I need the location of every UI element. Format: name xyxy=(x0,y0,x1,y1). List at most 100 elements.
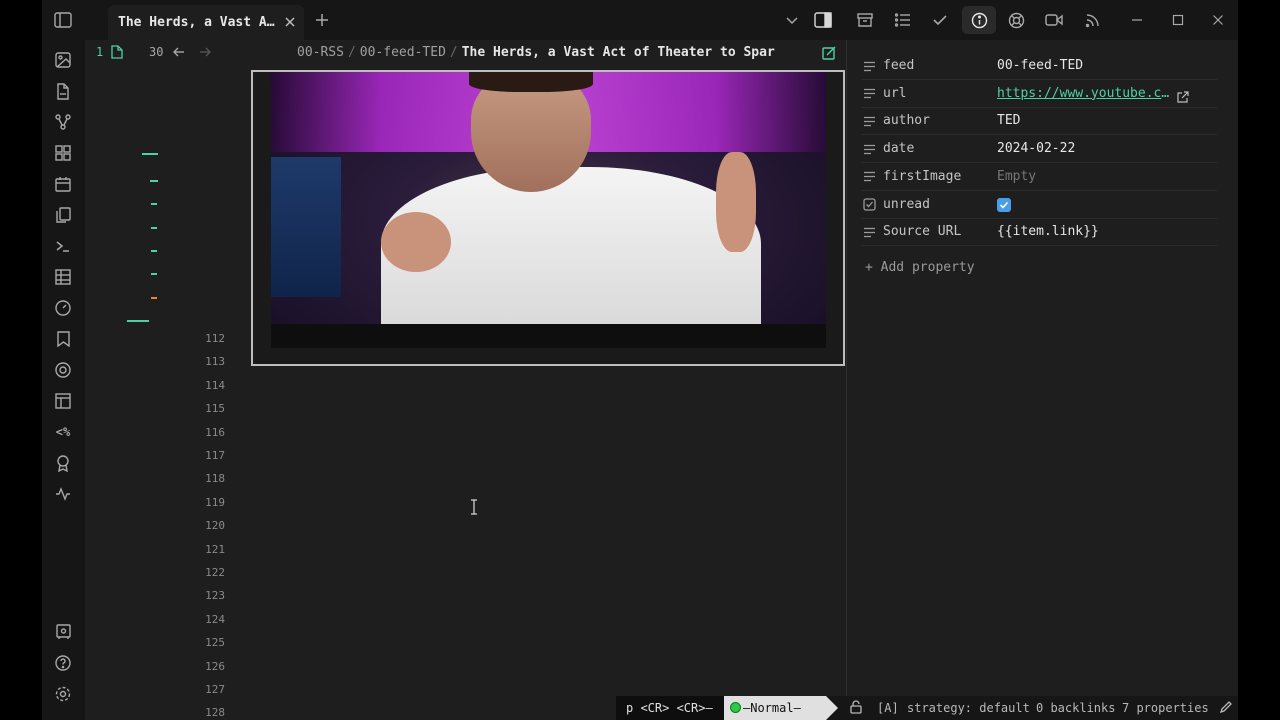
lifebuoy-icon[interactable] xyxy=(1005,9,1027,31)
new-tab-icon[interactable] xyxy=(311,9,333,31)
vim-mode-indicator: –Normal– xyxy=(724,696,838,720)
properties-panel: feed 00-feed-TED url https://www.youtube.co… xyxy=(846,40,1238,696)
activity-icon[interactable] xyxy=(52,483,74,505)
edit-mode-icon[interactable] xyxy=(822,46,836,63)
line-number: 114 xyxy=(205,378,225,392)
copy-icon[interactable] xyxy=(52,204,74,226)
left-ribbon: <% xyxy=(42,40,85,720)
gutter-marker xyxy=(151,227,157,229)
property-row[interactable]: unread xyxy=(861,191,1217,219)
property-key[interactable]: Source URL xyxy=(883,224,961,239)
breadcrumb-subfolder[interactable]: 00-feed-TED xyxy=(360,45,446,60)
award-icon[interactable] xyxy=(52,452,74,474)
property-key[interactable]: date xyxy=(883,141,914,156)
pencil-icon[interactable] xyxy=(1219,700,1233,716)
sidebar-toggle-icon[interactable] xyxy=(52,9,74,31)
image-icon[interactable] xyxy=(52,49,74,71)
status-bar: p <CR> <CR>– –Normal– [A] strategy: defa… xyxy=(616,696,1238,720)
lock-icon[interactable] xyxy=(850,700,862,717)
text-cursor-icon xyxy=(470,499,478,519)
breadcrumb-current[interactable]: The Herds, a Vast Act of Theater to Spar xyxy=(462,45,775,60)
list-icon[interactable] xyxy=(861,141,877,157)
window-close-icon[interactable] xyxy=(1207,9,1229,31)
line-number: 118 xyxy=(205,472,225,486)
property-row[interactable]: author TED xyxy=(861,107,1217,136)
breadcrumb: 00-RSS/00-feed-TED / The Herds, a Vast Act… xyxy=(297,45,817,60)
line-number: 117 xyxy=(205,449,225,462)
template-icon[interactable]: <% xyxy=(52,421,74,443)
property-row[interactable]: feed 00-feed-TED xyxy=(861,52,1217,80)
line-number: 122 xyxy=(205,566,225,579)
video-icon[interactable] xyxy=(1043,9,1065,31)
unread-checkbox[interactable] xyxy=(997,197,1011,212)
help-icon[interactable] xyxy=(52,652,74,674)
checkbox-icon[interactable] xyxy=(861,197,877,213)
property-value[interactable]: {{item.link}} xyxy=(997,224,1099,239)
add-property-button[interactable]: + Add property xyxy=(865,260,975,275)
forward-arrow-icon[interactable] xyxy=(199,46,211,61)
settings-icon[interactable] xyxy=(52,683,74,705)
layout-icon[interactable] xyxy=(52,390,74,412)
line-number: 112 xyxy=(205,332,225,345)
list-icon[interactable] xyxy=(861,113,877,129)
archive-icon[interactable] xyxy=(854,9,876,31)
tab-active[interactable]: The Herds, a Vast Act of Theater to Spar… xyxy=(108,5,304,40)
rss-icon[interactable] xyxy=(1081,9,1103,31)
property-value[interactable]: https://www.youtube.com/watch xyxy=(997,86,1172,101)
property-row[interactable]: date 2024-02-22 xyxy=(861,135,1217,164)
video-thumbnail xyxy=(271,72,826,324)
line-number: 115 xyxy=(205,402,225,416)
file-icon xyxy=(111,45,123,62)
bookmark-icon[interactable] xyxy=(52,328,74,350)
properties-count[interactable]: 7 properties xyxy=(1122,701,1209,715)
view-header: 1 30 00-RSS/00-feed-TED / The Herds, a Vas… xyxy=(85,40,865,66)
gutter-marker xyxy=(150,180,158,182)
tab-title: The Herds, a Vast Act of Theater to Spar… xyxy=(118,15,276,30)
property-row[interactable]: Source URL {{item.link}} xyxy=(861,218,1217,247)
strategy-status[interactable]: strategy: default xyxy=(907,701,1030,715)
property-key[interactable]: unread xyxy=(883,197,930,212)
info-icon[interactable] xyxy=(962,6,996,34)
property-value[interactable]: 2024-02-22 xyxy=(997,141,1075,156)
lifebuoy-icon[interactable] xyxy=(52,359,74,381)
line-number: 127 xyxy=(205,683,225,696)
property-row[interactable]: firstImage Empty xyxy=(861,163,1217,191)
list-icon[interactable] xyxy=(861,169,877,185)
breadcrumb-separator: / xyxy=(449,45,458,60)
table-icon[interactable] xyxy=(52,266,74,288)
back-arrow-icon[interactable] xyxy=(173,46,185,61)
minimize-icon[interactable] xyxy=(1126,9,1148,31)
external-link-icon[interactable] xyxy=(1177,88,1189,107)
file-icon[interactable] xyxy=(52,80,74,102)
embedded-video[interactable] xyxy=(251,70,845,366)
list-icon[interactable] xyxy=(892,9,914,31)
close-icon[interactable] xyxy=(284,13,296,32)
list-icon[interactable] xyxy=(861,224,877,240)
gauge-icon[interactable] xyxy=(52,297,74,319)
line-number: 124 xyxy=(205,612,225,626)
property-row[interactable]: url https://www.youtube.com/watch xyxy=(861,80,1217,108)
line-number: 113 xyxy=(205,355,225,369)
backlinks-count[interactable]: 0 backlinks xyxy=(1036,701,1115,715)
property-key[interactable]: author xyxy=(883,113,930,128)
list-icon[interactable] xyxy=(861,58,877,74)
plus-icon: + xyxy=(865,260,873,275)
breadcrumb-folder[interactable]: 00-RSS xyxy=(297,45,344,60)
property-key[interactable]: firstImage xyxy=(883,169,961,184)
vault-icon[interactable] xyxy=(52,621,74,643)
property-value[interactable]: Empty xyxy=(997,169,1036,184)
right-sidebar-icon[interactable] xyxy=(812,9,834,31)
chevron-down-icon[interactable] xyxy=(781,9,803,31)
blocks-icon[interactable] xyxy=(52,142,74,164)
property-value[interactable]: 00-feed-TED xyxy=(997,58,1083,73)
property-key[interactable]: url xyxy=(883,86,906,101)
maximize-icon[interactable] xyxy=(1167,9,1189,31)
calendar-icon[interactable] xyxy=(52,173,74,195)
graph-icon[interactable] xyxy=(52,111,74,133)
list-icon[interactable] xyxy=(861,86,877,102)
property-key[interactable]: feed xyxy=(883,58,914,73)
add-property-label: Add property xyxy=(880,260,975,275)
property-value[interactable]: TED xyxy=(997,113,1020,128)
check-icon[interactable] xyxy=(929,9,951,31)
terminal-icon[interactable] xyxy=(52,235,74,257)
